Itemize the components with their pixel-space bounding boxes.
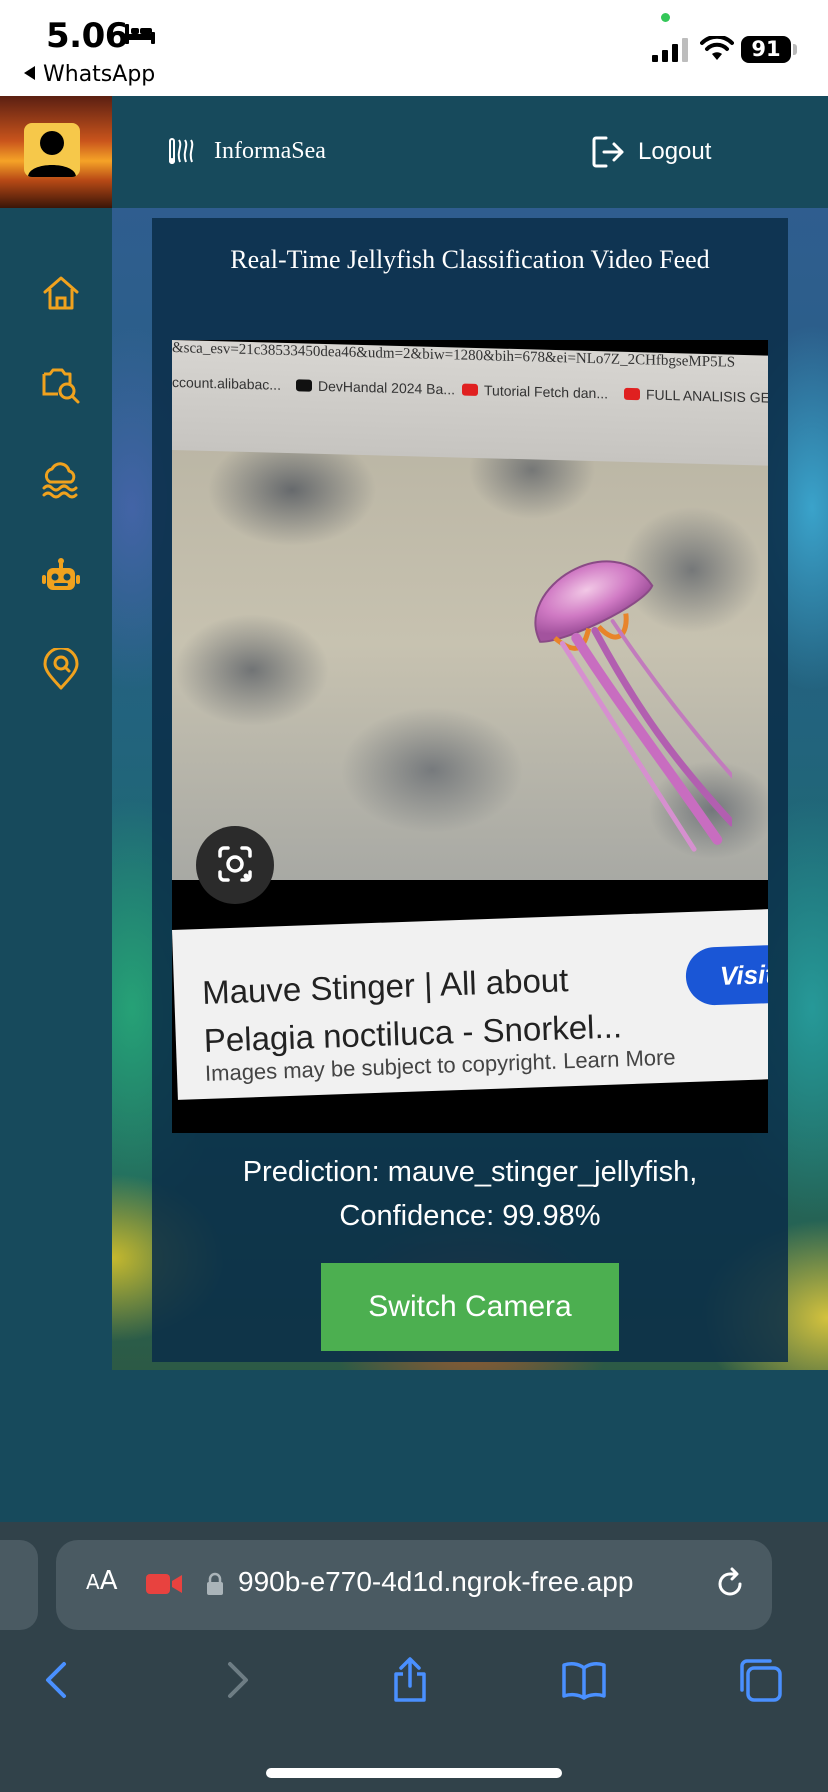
camera-in-use-dot	[661, 13, 670, 22]
sidebar-item-image-search[interactable]	[40, 364, 82, 406]
back-arrow-icon	[24, 66, 35, 80]
sidebar-item-chatbot[interactable]	[40, 556, 82, 598]
sidebar	[0, 208, 112, 1522]
text-size-button[interactable]: AA	[86, 1566, 117, 1596]
profile-tile[interactable]	[0, 96, 112, 208]
brand-name[interactable]: InformaSea	[214, 138, 326, 165]
bookmark-favicon	[296, 379, 312, 392]
bookmark-item: FULL ANALISIS GEL...	[624, 386, 768, 406]
bookmark-item: ccount.alibabac...	[172, 374, 281, 393]
status-time: 5.06	[46, 16, 128, 56]
logout-label: Logout	[638, 138, 712, 165]
url-text: 990b-e770-4d1d.ngrok-free.app	[238, 1566, 634, 1597]
sidebar-item-home[interactable]	[40, 272, 82, 314]
wifi-icon	[700, 36, 734, 60]
search-result-card: Mauve Stinger | All about Pelagia noctil…	[172, 907, 768, 1100]
prediction-label: Prediction: mauve_stinger_jellyfish,	[242, 1156, 698, 1188]
address-bar[interactable]: AA 990b-e770-4d1d.ngrok-free.app	[56, 1540, 772, 1630]
camera-active-icon	[146, 1574, 182, 1594]
bookmark-item: Tutorial Fetch dan...	[462, 382, 608, 402]
lock-icon	[207, 1572, 223, 1595]
book-icon	[562, 1662, 606, 1700]
confidence-label: Confidence: 99.98%	[339, 1200, 601, 1232]
chevron-right-icon	[228, 1662, 248, 1698]
bookmark-label: DevHandal 2024 Ba...	[318, 377, 455, 398]
tabs-icon	[740, 1659, 782, 1702]
captured-bookmarks: ccount.alibabac... DevHandal 2024 Ba... …	[172, 374, 768, 406]
image-search-icon	[42, 368, 80, 404]
bookmark-item: DevHandal 2024 Ba...	[296, 377, 455, 397]
lens-button[interactable]	[196, 826, 274, 904]
forward-button[interactable]	[212, 1656, 260, 1704]
lens-icon	[218, 846, 252, 882]
camera-frame	[172, 410, 768, 880]
captured-url: &sca_esv=21c38533450dea46&udm=2&biw=1280…	[172, 340, 736, 371]
app-header: InformaSea Logout	[0, 96, 828, 208]
back-to-app[interactable]: WhatsApp	[24, 62, 155, 87]
battery-indicator: 91	[741, 36, 791, 63]
youtube-icon	[462, 383, 478, 397]
switch-camera-button[interactable]: Switch Camera	[321, 1263, 619, 1351]
location-search-icon	[43, 646, 79, 690]
bookmark-label: FULL ANALISIS GEL...	[646, 386, 768, 407]
bed-icon	[125, 24, 155, 44]
back-button[interactable]	[34, 1656, 82, 1704]
battery-nub	[793, 44, 797, 55]
sidebar-item-weather[interactable]	[40, 460, 82, 502]
browser-screen-top: &sca_esv=21c38533450dea46&udm=2&biw=1280…	[172, 340, 768, 466]
back-app-label: WhatsApp	[43, 62, 156, 87]
youtube-icon	[624, 387, 640, 401]
bookmarks-button[interactable]	[560, 1656, 608, 1704]
reload-icon[interactable]	[712, 1566, 748, 1602]
previous-tab-peek[interactable]	[0, 1540, 38, 1630]
status-bar: 5.06 WhatsApp 91	[0, 0, 828, 96]
jellyfish-image	[534, 560, 732, 852]
cellular-signal-icon	[652, 38, 688, 62]
robot-icon	[42, 558, 80, 590]
user-avatar-icon	[24, 123, 80, 177]
visit-button: Visit	[684, 943, 768, 1007]
video-feed: &sca_esv=21c38533450dea46&udm=2&biw=1280…	[172, 340, 768, 1133]
browser-toolbar: AA 990b-e770-4d1d.ngrok-free.app	[0, 1522, 828, 1792]
tabs-button[interactable]	[736, 1656, 784, 1704]
logout-icon	[592, 136, 624, 168]
chevron-left-icon	[46, 1662, 66, 1698]
share-button[interactable]	[386, 1656, 434, 1704]
logout-button[interactable]: Logout	[590, 134, 711, 170]
bookmark-label: Tutorial Fetch dan...	[484, 382, 608, 402]
home-icon	[43, 276, 79, 310]
brand-logo-icon	[169, 138, 194, 164]
home-indicator[interactable]	[266, 1768, 562, 1778]
share-icon	[394, 1657, 426, 1702]
sidebar-item-location-search[interactable]	[40, 646, 82, 690]
cloud-waves-icon	[42, 462, 78, 499]
prediction-result: Prediction: mauve_stinger_jellyfish, Con…	[152, 1150, 788, 1238]
page-title: Real-Time Jellyfish Classification Video…	[230, 245, 710, 274]
